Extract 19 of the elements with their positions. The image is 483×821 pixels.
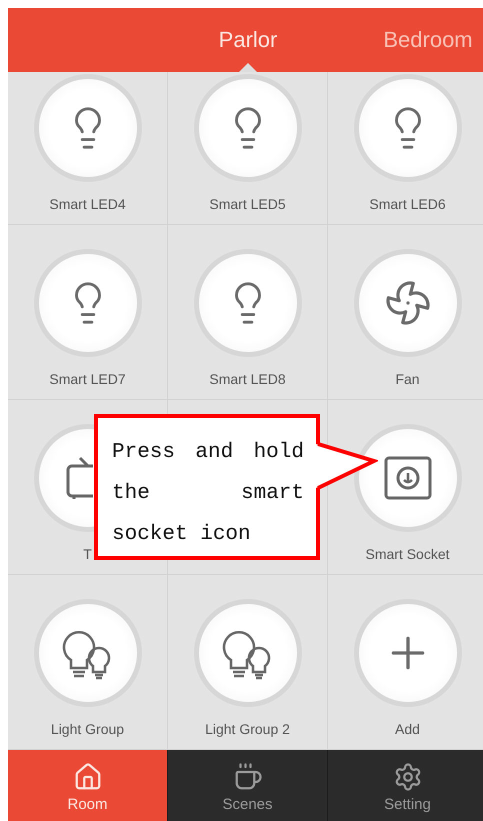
device-label: Smart LED7 [49,371,126,387]
cup-icon [232,762,262,792]
device-label: Smart LED8 [209,371,286,387]
settings-icon [392,762,422,792]
location-tab[interactable]: Bedroom [328,8,483,72]
device-label: Add [395,721,420,737]
device-label: Light Group 2 [205,721,290,737]
nav-tab[interactable]: Room [8,750,168,821]
socket-icon [382,455,432,501]
device-label: Fan [395,371,420,387]
tooltip-text: Press and hold the smart socket icon [112,440,304,548]
device-label: Smart LED5 [209,196,286,212]
device-label: Light Group [50,721,124,737]
device-label: Smart Socket [365,546,450,562]
device-label: Smart LED4 [49,196,126,212]
fan-icon [384,279,432,327]
device-label: Smart LED6 [369,196,446,212]
home-icon [72,762,102,792]
device-label: T [83,546,92,562]
